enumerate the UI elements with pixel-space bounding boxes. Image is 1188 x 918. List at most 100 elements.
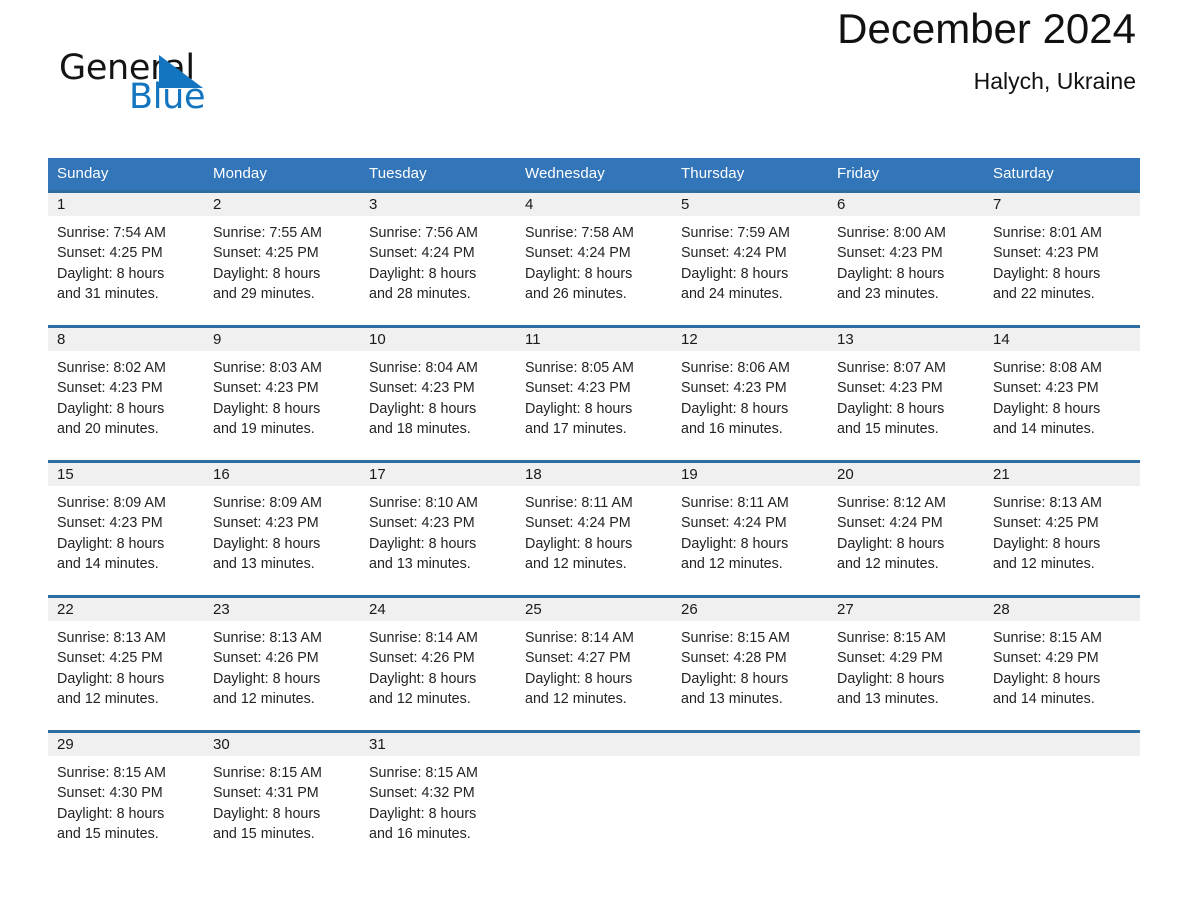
sunrise-text: Sunrise: 8:04 AM xyxy=(369,360,478,376)
daylight-text-line1: Daylight: 8 hours xyxy=(369,400,477,417)
calendar-day-cell[interactable]: 29 Sunrise: 8:15 AM Sunset: 4:30 PM Dayligh… xyxy=(48,731,204,867)
sunset-text: Sunset: 4:32 PM xyxy=(369,785,475,802)
calendar-day-cell-empty xyxy=(672,731,828,867)
daylight-text-line2: and 20 minutes. xyxy=(57,420,159,437)
daylight-text-line1: Daylight: 8 hours xyxy=(57,400,165,417)
daylight-text-line1: Daylight: 8 hours xyxy=(993,670,1101,687)
calendar-day-cell[interactable]: 27 Sunrise: 8:15 AM Sunset: 4:29 PM Dayligh… xyxy=(828,596,984,732)
day-details: Sunrise: 8:15 AM Sunset: 4:30 PM Daylight:… xyxy=(48,756,204,844)
calendar-day-cell[interactable]: 25 Sunrise: 8:14 AM Sunset: 4:27 PM Dayligh… xyxy=(516,596,672,732)
calendar-week-row: 15 Sunrise: 8:09 AM Sunset: 4:23 PM Dayligh… xyxy=(48,461,1140,597)
calendar-day-cell[interactable]: 3 Sunrise: 7:56 AM Sunset: 4:24 PM Daylight… xyxy=(360,191,516,327)
sunset-text: Sunset: 4:29 PM xyxy=(837,650,943,667)
weekday-header-thursday: Thursday xyxy=(672,158,828,192)
calendar-day-cell[interactable]: 23 Sunrise: 8:13 AM Sunset: 4:26 PM Dayligh… xyxy=(204,596,360,732)
daylight-text-line2: and 19 minutes. xyxy=(213,420,315,437)
daylight-text-line1: Daylight: 8 hours xyxy=(213,535,321,552)
sunrise-text: Sunrise: 8:12 AM xyxy=(837,495,946,511)
daylight-text-line2: and 12 minutes. xyxy=(837,555,939,572)
daylight-text-line2: and 22 minutes. xyxy=(993,285,1095,302)
daylight-text-line2: and 12 minutes. xyxy=(993,555,1095,572)
sunset-text: Sunset: 4:25 PM xyxy=(57,650,163,667)
day-number: 12 xyxy=(672,328,828,351)
calendar-day-cell[interactable]: 22 Sunrise: 8:13 AM Sunset: 4:25 PM Dayligh… xyxy=(48,596,204,732)
daylight-text-line1: Daylight: 8 hours xyxy=(213,670,321,687)
calendar-day-cell[interactable]: 31 Sunrise: 8:15 AM Sunset: 4:32 PM Dayligh… xyxy=(360,731,516,867)
calendar-day-cell[interactable]: 1 Sunrise: 7:54 AM Sunset: 4:25 PM Daylight… xyxy=(48,191,204,327)
sunrise-text: Sunrise: 8:14 AM xyxy=(369,630,478,646)
daylight-text-line1: Daylight: 8 hours xyxy=(525,400,633,417)
sunrise-text: Sunrise: 7:58 AM xyxy=(525,225,634,241)
sunset-text: Sunset: 4:24 PM xyxy=(681,245,787,262)
calendar-day-cell[interactable]: 4 Sunrise: 7:58 AM Sunset: 4:24 PM Daylight… xyxy=(516,191,672,327)
calendar-day-cell[interactable]: 30 Sunrise: 8:15 AM Sunset: 4:31 PM Dayligh… xyxy=(204,731,360,867)
calendar-day-cell[interactable]: 6 Sunrise: 8:00 AM Sunset: 4:23 PM Daylight… xyxy=(828,191,984,327)
day-details: Sunrise: 8:04 AM Sunset: 4:23 PM Daylight:… xyxy=(360,351,516,439)
calendar-day-cell[interactable]: 10 Sunrise: 8:04 AM Sunset: 4:23 PM Dayligh… xyxy=(360,326,516,462)
day-number xyxy=(516,733,672,756)
calendar-day-cell[interactable]: 7 Sunrise: 8:01 AM Sunset: 4:23 PM Daylight… xyxy=(984,191,1140,327)
daylight-text-line2: and 12 minutes. xyxy=(525,690,627,707)
daylight-text-line1: Daylight: 8 hours xyxy=(369,265,477,282)
sunset-text: Sunset: 4:24 PM xyxy=(369,245,475,262)
sunrise-text: Sunrise: 8:10 AM xyxy=(369,495,478,511)
sunrise-text: Sunrise: 8:07 AM xyxy=(837,360,946,376)
brand-logo[interactable]: General Blue xyxy=(59,48,259,117)
day-number: 31 xyxy=(360,733,516,756)
sunrise-text: Sunrise: 8:13 AM xyxy=(993,495,1102,511)
calendar-day-cell[interactable]: 14 Sunrise: 8:08 AM Sunset: 4:23 PM Dayligh… xyxy=(984,326,1140,462)
daylight-text-line2: and 26 minutes. xyxy=(525,285,627,302)
daylight-text-line1: Daylight: 8 hours xyxy=(681,670,789,687)
calendar-day-cell[interactable]: 19 Sunrise: 8:11 AM Sunset: 4:24 PM Dayligh… xyxy=(672,461,828,597)
calendar-day-cell[interactable]: 15 Sunrise: 8:09 AM Sunset: 4:23 PM Dayligh… xyxy=(48,461,204,597)
day-number: 8 xyxy=(48,328,204,351)
daylight-text-line2: and 28 minutes. xyxy=(369,285,471,302)
calendar-day-cell[interactable]: 17 Sunrise: 8:10 AM Sunset: 4:23 PM Dayligh… xyxy=(360,461,516,597)
day-details: Sunrise: 8:10 AM Sunset: 4:23 PM Daylight:… xyxy=(360,486,516,574)
day-details: Sunrise: 8:00 AM Sunset: 4:23 PM Daylight:… xyxy=(828,216,984,304)
brand-name-blue: Blue xyxy=(129,77,206,117)
calendar-day-cell[interactable]: 24 Sunrise: 8:14 AM Sunset: 4:26 PM Dayligh… xyxy=(360,596,516,732)
day-details: Sunrise: 8:13 AM Sunset: 4:25 PM Daylight:… xyxy=(48,621,204,709)
sunset-text: Sunset: 4:23 PM xyxy=(369,380,475,397)
daylight-text-line1: Daylight: 8 hours xyxy=(57,265,165,282)
day-details: Sunrise: 8:01 AM Sunset: 4:23 PM Daylight:… xyxy=(984,216,1140,304)
calendar-day-cell[interactable]: 2 Sunrise: 7:55 AM Sunset: 4:25 PM Daylight… xyxy=(204,191,360,327)
calendar-week-row: 29 Sunrise: 8:15 AM Sunset: 4:30 PM Dayligh… xyxy=(48,731,1140,867)
calendar-day-cell[interactable]: 26 Sunrise: 8:15 AM Sunset: 4:28 PM Dayligh… xyxy=(672,596,828,732)
calendar-day-cell[interactable]: 16 Sunrise: 8:09 AM Sunset: 4:23 PM Dayligh… xyxy=(204,461,360,597)
calendar-day-cell[interactable]: 21 Sunrise: 8:13 AM Sunset: 4:25 PM Dayligh… xyxy=(984,461,1140,597)
calendar-day-cell[interactable]: 28 Sunrise: 8:15 AM Sunset: 4:29 PM Dayligh… xyxy=(984,596,1140,732)
daylight-text-line2: and 15 minutes. xyxy=(213,825,315,842)
calendar-day-cell[interactable]: 20 Sunrise: 8:12 AM Sunset: 4:24 PM Dayligh… xyxy=(828,461,984,597)
day-details: Sunrise: 8:15 AM Sunset: 4:31 PM Daylight:… xyxy=(204,756,360,844)
calendar-day-cell[interactable]: 5 Sunrise: 7:59 AM Sunset: 4:24 PM Daylight… xyxy=(672,191,828,327)
calendar-day-cell[interactable]: 9 Sunrise: 8:03 AM Sunset: 4:23 PM Daylight… xyxy=(204,326,360,462)
sunrise-text: Sunrise: 8:15 AM xyxy=(57,765,166,781)
daylight-text-line1: Daylight: 8 hours xyxy=(213,805,321,822)
sunrise-text: Sunrise: 8:15 AM xyxy=(993,630,1102,646)
sunset-text: Sunset: 4:23 PM xyxy=(993,245,1099,262)
sunset-text: Sunset: 4:24 PM xyxy=(525,245,631,262)
day-number: 13 xyxy=(828,328,984,351)
day-details: Sunrise: 8:03 AM Sunset: 4:23 PM Daylight:… xyxy=(204,351,360,439)
calendar-day-cell[interactable]: 11 Sunrise: 8:05 AM Sunset: 4:23 PM Dayligh… xyxy=(516,326,672,462)
daylight-text-line2: and 17 minutes. xyxy=(525,420,627,437)
sunrise-text: Sunrise: 8:15 AM xyxy=(213,765,322,781)
sunrise-text: Sunrise: 8:14 AM xyxy=(525,630,634,646)
daylight-text-line1: Daylight: 8 hours xyxy=(525,670,633,687)
day-details: Sunrise: 8:06 AM Sunset: 4:23 PM Daylight:… xyxy=(672,351,828,439)
sunset-text: Sunset: 4:24 PM xyxy=(525,515,631,532)
sunrise-text: Sunrise: 8:00 AM xyxy=(837,225,946,241)
day-number: 26 xyxy=(672,598,828,621)
calendar-day-cell[interactable]: 13 Sunrise: 8:07 AM Sunset: 4:23 PM Dayligh… xyxy=(828,326,984,462)
day-details: Sunrise: 8:12 AM Sunset: 4:24 PM Daylight:… xyxy=(828,486,984,574)
day-details: Sunrise: 8:14 AM Sunset: 4:26 PM Daylight:… xyxy=(360,621,516,709)
day-number: 19 xyxy=(672,463,828,486)
calendar-day-cell[interactable]: 18 Sunrise: 8:11 AM Sunset: 4:24 PM Dayligh… xyxy=(516,461,672,597)
calendar-day-cell[interactable]: 12 Sunrise: 8:06 AM Sunset: 4:23 PM Dayligh… xyxy=(672,326,828,462)
calendar-day-cell[interactable]: 8 Sunrise: 8:02 AM Sunset: 4:23 PM Daylight… xyxy=(48,326,204,462)
daylight-text-line2: and 13 minutes. xyxy=(681,690,783,707)
day-number: 17 xyxy=(360,463,516,486)
daylight-text-line1: Daylight: 8 hours xyxy=(993,400,1101,417)
